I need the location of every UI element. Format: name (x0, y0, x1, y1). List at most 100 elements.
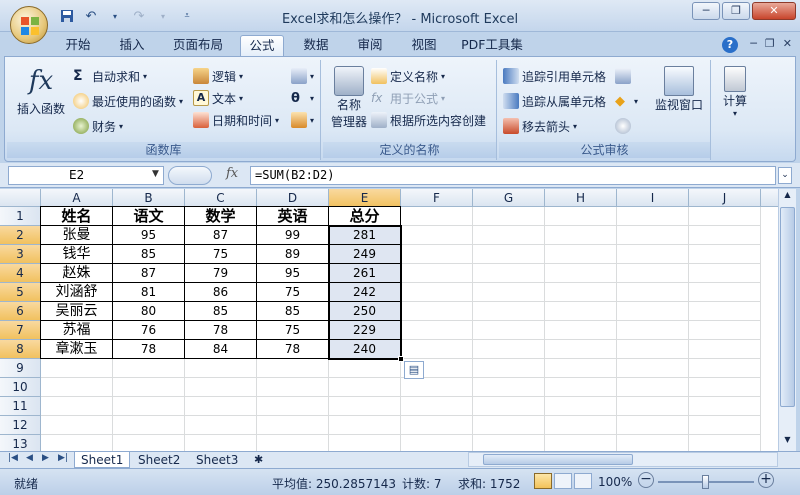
horizontal-scrollbar[interactable] (468, 452, 778, 467)
cell-empty[interactable] (473, 359, 545, 378)
cell-empty[interactable] (617, 226, 689, 245)
scroll-up-icon[interactable]: ▲ (780, 190, 795, 205)
sheet-tab-2[interactable]: Sheet2 (132, 452, 186, 468)
cell-empty[interactable] (545, 416, 617, 435)
cell-empty[interactable] (545, 226, 617, 245)
datetime-button[interactable]: 日期和时间 ▾ (193, 110, 279, 130)
zoom-in-icon[interactable]: + (758, 472, 774, 488)
redo-dropdown-icon[interactable]: ▾ (152, 6, 174, 26)
tab-home[interactable]: 开始 (58, 35, 98, 56)
prev-sheet-icon[interactable]: ◀ (26, 453, 33, 463)
scroll-down-icon[interactable]: ▼ (780, 435, 795, 450)
cell-empty[interactable] (545, 245, 617, 264)
column-header-h[interactable]: H (545, 189, 617, 207)
zoom-out-icon[interactable]: − (638, 472, 654, 488)
score-cell[interactable]: 79 (185, 264, 257, 283)
cell-empty[interactable] (41, 378, 113, 397)
insert-function-button[interactable]: fx 插入函数 (15, 66, 67, 117)
cell-empty[interactable] (401, 416, 473, 435)
cell-empty[interactable] (401, 207, 473, 226)
workbook-close-icon[interactable]: ✕ (783, 37, 792, 50)
cell-empty[interactable] (545, 340, 617, 359)
cell-empty[interactable] (113, 416, 185, 435)
error-checking-button[interactable]: ◆ ▾ (615, 91, 638, 111)
cell-empty[interactable] (41, 416, 113, 435)
office-button[interactable] (10, 6, 48, 44)
cell-empty[interactable] (401, 245, 473, 264)
score-cell[interactable]: 76 (113, 321, 185, 340)
cell-empty[interactable] (401, 302, 473, 321)
cell-empty[interactable] (185, 397, 257, 416)
name-box-dropdown-icon[interactable]: ▼ (152, 169, 159, 179)
cancel-enter-buttons[interactable] (168, 166, 212, 185)
score-cell[interactable]: 75 (185, 245, 257, 264)
cell-empty[interactable] (617, 207, 689, 226)
column-header-d[interactable]: D (257, 189, 329, 207)
normal-view-icon[interactable] (534, 473, 552, 489)
undo-dropdown-icon[interactable]: ▾ (104, 6, 126, 26)
total-score-cell[interactable]: 242 (329, 283, 401, 302)
table-header-cell[interactable]: 姓名 (41, 207, 113, 226)
horizontal-scroll-thumb[interactable] (483, 454, 633, 465)
cell-empty[interactable] (689, 264, 761, 283)
cell-empty[interactable] (617, 378, 689, 397)
calculation-options-button[interactable]: 计算 ▾ (717, 66, 753, 118)
cell-empty[interactable] (689, 359, 761, 378)
select-all-corner[interactable] (0, 189, 41, 207)
vertical-scrollbar[interactable]: ▲ ▼ (778, 189, 796, 451)
cell-empty[interactable] (257, 397, 329, 416)
save-icon[interactable] (56, 6, 78, 26)
student-name-cell[interactable]: 苏福 (41, 321, 113, 340)
cell-empty[interactable] (689, 340, 761, 359)
student-name-cell[interactable]: 钱华 (41, 245, 113, 264)
score-cell[interactable]: 81 (113, 283, 185, 302)
cell-empty[interactable] (401, 264, 473, 283)
cell-empty[interactable] (617, 340, 689, 359)
total-score-cell[interactable]: 250 (329, 302, 401, 321)
student-name-cell[interactable]: 赵姝 (41, 264, 113, 283)
cell-empty[interactable] (473, 416, 545, 435)
cell-empty[interactable] (689, 245, 761, 264)
math-trig-button[interactable]: θ ▾ (291, 88, 314, 108)
score-cell[interactable]: 89 (257, 245, 329, 264)
workbook-minimize-icon[interactable]: ─ (750, 37, 757, 50)
score-cell[interactable]: 95 (257, 264, 329, 283)
column-header-b[interactable]: B (113, 189, 185, 207)
cell-empty[interactable] (473, 321, 545, 340)
cell-empty[interactable] (185, 378, 257, 397)
next-sheet-icon[interactable]: ▶ (42, 453, 49, 463)
restore-button[interactable]: ❐ (722, 2, 750, 20)
cell-empty[interactable] (545, 207, 617, 226)
create-from-selection-button[interactable]: 根据所选内容创建 (371, 110, 486, 130)
sheet-tab-1[interactable]: Sheet1 (74, 452, 131, 468)
table-header-cell[interactable]: 语文 (113, 207, 185, 226)
cell-empty[interactable] (329, 416, 401, 435)
column-header-a[interactable]: A (41, 189, 113, 207)
row-header-10[interactable]: 10 (0, 378, 41, 397)
score-cell[interactable]: 95 (113, 226, 185, 245)
row-header-2[interactable]: 2 (0, 226, 41, 245)
cell-empty[interactable] (689, 397, 761, 416)
cell-empty[interactable] (545, 397, 617, 416)
cell-empty[interactable] (113, 378, 185, 397)
close-button[interactable]: ✕ (752, 2, 796, 20)
cell-empty[interactable] (617, 321, 689, 340)
evaluate-formula-button[interactable] (615, 116, 631, 136)
cell-empty[interactable] (401, 283, 473, 302)
column-header-j[interactable]: J (689, 189, 761, 207)
row-header-12[interactable]: 12 (0, 416, 41, 435)
cell-empty[interactable] (401, 321, 473, 340)
score-cell[interactable]: 85 (185, 302, 257, 321)
cell-empty[interactable] (473, 397, 545, 416)
use-in-formula-button[interactable]: fx 用于公式 ▾ (371, 88, 445, 108)
cell-empty[interactable] (545, 264, 617, 283)
student-name-cell[interactable]: 吴丽云 (41, 302, 113, 321)
total-score-cell[interactable]: 261 (329, 264, 401, 283)
cell-empty[interactable] (113, 359, 185, 378)
logical-button[interactable]: 逻辑 ▾ (193, 66, 243, 86)
cell-empty[interactable] (617, 397, 689, 416)
cell-empty[interactable] (473, 340, 545, 359)
score-cell[interactable]: 87 (113, 264, 185, 283)
cell-empty[interactable] (689, 283, 761, 302)
define-name-button[interactable]: 定义名称 ▾ (371, 66, 445, 86)
